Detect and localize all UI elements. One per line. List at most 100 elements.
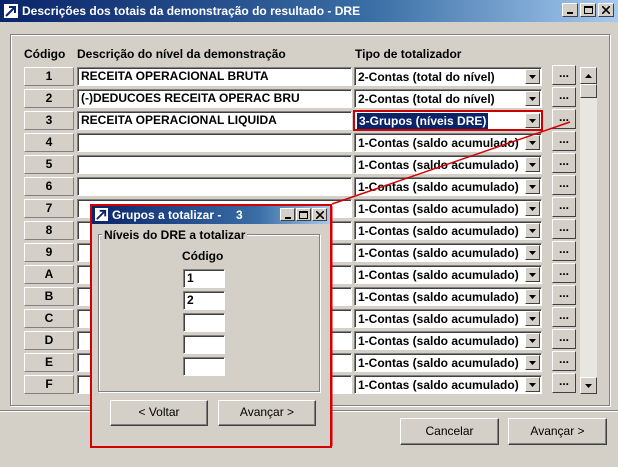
row-details-button[interactable]: ...: [552, 241, 576, 261]
dropdown-arrow-button[interactable]: [525, 91, 540, 106]
arrow-down-icon: [529, 250, 536, 255]
row-type-value: 1-Contas (saldo acumulado): [358, 158, 519, 172]
row-details-button[interactable]: ...: [552, 131, 576, 151]
dropdown-arrow-button[interactable]: [525, 245, 540, 260]
row-type-value: 1-Contas (saldo acumulado): [358, 224, 519, 238]
minimize-button[interactable]: [562, 3, 578, 17]
close-button[interactable]: [598, 3, 614, 17]
row-code: 8: [24, 221, 74, 240]
dialog-minimize-button[interactable]: [280, 208, 295, 221]
next-button[interactable]: Avançar >: [508, 418, 607, 445]
row-code: F: [24, 375, 74, 394]
dropdown-arrow-button[interactable]: [525, 113, 540, 128]
row-code: 2: [24, 89, 74, 108]
row-code: 6: [24, 177, 74, 196]
row-type-dropdown[interactable]: 1-Contas (saldo acumulado): [354, 155, 542, 174]
row-details-button[interactable]: ...: [552, 65, 576, 85]
row-type-dropdown[interactable]: 1-Contas (saldo acumulado): [354, 309, 542, 328]
row-details-button[interactable]: ...: [552, 175, 576, 195]
arrow-down-icon: [585, 383, 592, 388]
cancel-button[interactable]: Cancelar: [400, 418, 499, 445]
arrow-down-icon: [529, 162, 536, 167]
row-code: A: [24, 265, 74, 284]
dropdown-arrow-button[interactable]: [525, 201, 540, 216]
row-code: 9: [24, 243, 74, 262]
row-description-input[interactable]: [77, 177, 352, 196]
dropdown-arrow-button[interactable]: [525, 69, 540, 84]
row-type-dropdown[interactable]: 1-Contas (saldo acumulado): [354, 375, 542, 394]
dialog-maximize-button[interactable]: [296, 208, 311, 221]
row-type-dropdown[interactable]: 1-Contas (saldo acumulado): [354, 265, 542, 284]
row-type-value: 1-Contas (saldo acumulado): [358, 136, 519, 150]
row-details-button[interactable]: ...: [552, 87, 576, 107]
row-type-dropdown[interactable]: 2-Contas (total do nível): [354, 67, 542, 86]
arrow-down-icon: [529, 184, 536, 189]
dropdown-arrow-button[interactable]: [525, 333, 540, 348]
row-details-button[interactable]: ...: [552, 329, 576, 349]
row-type-dropdown[interactable]: 3-Grupos (níveis DRE): [353, 110, 543, 131]
row-details-button[interactable]: ...: [552, 263, 576, 283]
close-icon: [315, 210, 324, 219]
row-description-input[interactable]: RECEITA OPERACIONAL LIQUIDA: [77, 111, 352, 130]
maximize-icon: [583, 6, 593, 14]
row-details-button[interactable]: ...: [552, 197, 576, 217]
group-code-input[interactable]: [183, 313, 225, 332]
group-code-input[interactable]: [183, 357, 225, 376]
row-type-dropdown[interactable]: 1-Contas (saldo acumulado): [354, 133, 542, 152]
row-code: B: [24, 287, 74, 306]
row-type-dropdown[interactable]: 1-Contas (saldo acumulado): [354, 221, 542, 240]
row-details-button[interactable]: ...: [552, 109, 576, 129]
row-details-button[interactable]: ...: [552, 373, 576, 393]
row-details-button[interactable]: ...: [552, 351, 576, 371]
row-details-button[interactable]: ...: [552, 307, 576, 327]
group-code-input[interactable]: [183, 335, 225, 354]
arrow-down-icon: [529, 316, 536, 321]
row-description-input[interactable]: [77, 133, 352, 152]
row-details-button[interactable]: ...: [552, 219, 576, 239]
dropdown-arrow-button[interactable]: [525, 157, 540, 172]
scroll-up-button[interactable]: [580, 67, 597, 84]
row-type-dropdown[interactable]: 1-Contas (saldo acumulado): [354, 177, 542, 196]
dialog-next-button[interactable]: Avançar >: [218, 400, 316, 426]
title-bar[interactable]: Descrições dos totais da demonstração do…: [0, 0, 618, 22]
row-description-input[interactable]: [77, 155, 352, 174]
dropdown-arrow-button[interactable]: [525, 289, 540, 304]
row-type-value: 1-Contas (saldo acumulado): [358, 378, 519, 392]
dialog-close-button[interactable]: [312, 208, 327, 221]
row-description-input[interactable]: RECEITA OPERACIONAL BRUTA: [77, 67, 352, 86]
group-code-input[interactable]: 2: [183, 291, 225, 310]
arrow-down-icon: [529, 294, 536, 299]
row-type-dropdown[interactable]: 1-Contas (saldo acumulado): [354, 287, 542, 306]
row-type-value: 2-Contas (total do nível): [358, 92, 495, 106]
dropdown-arrow-button[interactable]: [525, 355, 540, 370]
dropdown-arrow-button[interactable]: [525, 223, 540, 238]
back-button[interactable]: < Voltar: [110, 400, 208, 426]
dialog-title-bar[interactable]: Grupos a totalizar - 3: [92, 206, 330, 224]
dropdown-arrow-button[interactable]: [525, 267, 540, 282]
row-type-dropdown[interactable]: 1-Contas (saldo acumulado): [354, 331, 542, 350]
row-type-value: 2-Contas (total do nível): [358, 70, 495, 84]
scroll-down-button[interactable]: [580, 377, 597, 394]
row-description-input[interactable]: (-)DEDUCOES RECEITA OPERAC BRU: [77, 89, 352, 108]
row-type-dropdown[interactable]: 1-Contas (saldo acumulado): [354, 353, 542, 372]
row-type-value: 1-Contas (saldo acumulado): [358, 202, 519, 216]
row-type-dropdown[interactable]: 1-Contas (saldo acumulado): [354, 243, 542, 262]
dropdown-arrow-button[interactable]: [525, 377, 540, 392]
group-code-input[interactable]: 1: [183, 269, 225, 288]
arrow-down-icon: [529, 96, 536, 101]
arrow-up-icon: [585, 73, 592, 78]
dre-levels-group-label: Níveis do DRE a totalizar: [102, 228, 248, 242]
row-type-dropdown[interactable]: 1-Contas (saldo acumulado): [354, 199, 542, 218]
row-code: C: [24, 309, 74, 328]
row-type-value: 1-Contas (saldo acumulado): [358, 180, 519, 194]
dropdown-arrow-button[interactable]: [525, 179, 540, 194]
dropdown-arrow-button[interactable]: [525, 135, 540, 150]
row-details-button[interactable]: ...: [552, 285, 576, 305]
row-details-button[interactable]: ...: [552, 153, 576, 173]
scroll-thumb[interactable]: [580, 84, 597, 98]
row-type-dropdown[interactable]: 2-Contas (total do nível): [354, 89, 542, 108]
arrow-down-icon: [529, 360, 536, 365]
maximize-button[interactable]: [580, 3, 596, 17]
dropdown-arrow-button[interactable]: [525, 311, 540, 326]
vertical-scrollbar[interactable]: [580, 67, 597, 394]
